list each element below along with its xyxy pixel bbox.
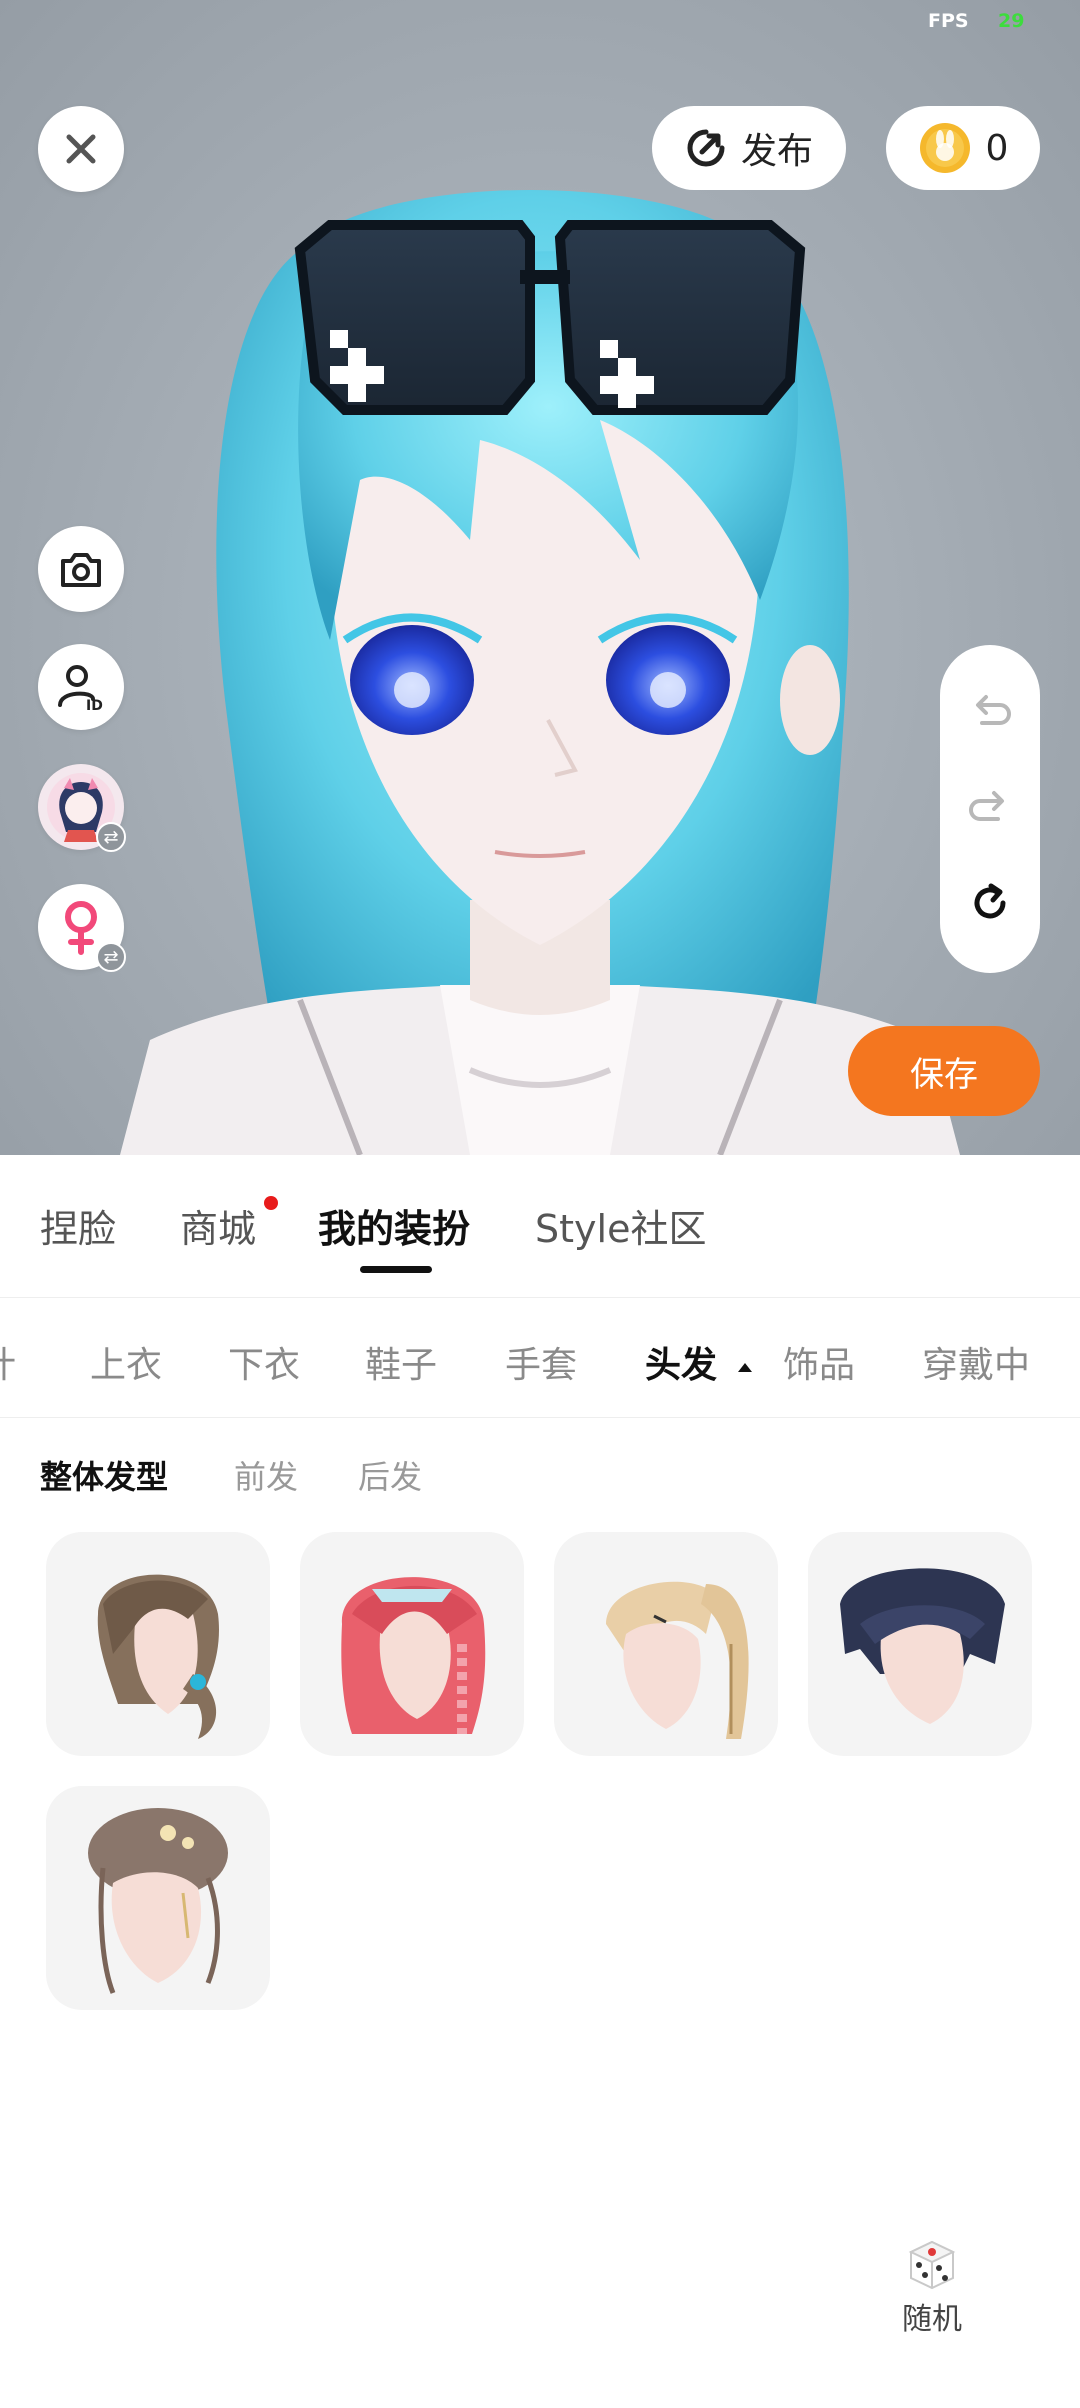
close-icon (66, 134, 96, 164)
camera-icon (61, 553, 101, 587)
category-gloves[interactable]: 手套 (505, 1336, 577, 1388)
category-tops[interactable]: 上衣 (90, 1336, 162, 1388)
publish-label: 发布 (740, 131, 813, 172)
dice-icon (908, 2240, 956, 2290)
hair-item-card[interactable] (300, 1532, 524, 1756)
category-accessories[interactable]: 饰品 (783, 1336, 855, 1388)
category-wearing[interactable]: 穿戴中 (922, 1336, 1030, 1388)
category-hair[interactable]: 头发 (645, 1336, 754, 1388)
reset-button[interactable] (960, 873, 1020, 933)
hair-item-card[interactable] (554, 1532, 778, 1756)
gender-switch-button[interactable]: ⇄ (38, 884, 126, 972)
category-bottoms[interactable]: 下衣 (228, 1336, 300, 1388)
random-label: 随机 (902, 2302, 962, 2337)
undo-button[interactable] (960, 681, 1020, 741)
swap-badge: ⇄ (96, 822, 126, 852)
caret-up-icon (737, 1363, 752, 1372)
save-button[interactable]: 保存 (848, 1026, 1040, 1116)
reset-icon (974, 883, 1006, 919)
category-hair-label: 头发 (645, 1345, 718, 1386)
fps-value: 29 (998, 10, 1025, 32)
hair-item-card[interactable] (808, 1532, 1032, 1756)
subtab-full-hairstyle[interactable]: 整体发型 (40, 1452, 168, 1498)
hair-item-card[interactable] (46, 1786, 270, 2010)
publish-button[interactable]: 发布 (652, 106, 846, 190)
history-panel (940, 645, 1040, 973)
main-tab-bar: 捏脸 商城 我的装扮 Style社区 (0, 1155, 1080, 1298)
shop-notification-dot (264, 1196, 278, 1210)
category-bar: 计 上衣 下衣 鞋子 手套 头发 饰品 穿戴中 (0, 1298, 1080, 1418)
category-shoes[interactable]: 鞋子 (365, 1336, 437, 1388)
navy-short-hair-thumbnail (840, 1568, 1005, 1724)
avatar-preview[interactable]: FPS 29 发布 0 ID ⇄ ⇄ 保存 (0, 0, 1080, 1155)
svg-text:ID: ID (86, 698, 103, 713)
brown-low-ponytail-hair-thumbnail (97, 1574, 219, 1739)
active-tab-indicator (360, 1266, 432, 1273)
avatar-id-button[interactable]: ID (38, 644, 124, 730)
tab-shop[interactable]: 商城 (180, 1198, 256, 1253)
pink-braided-tiara-hair-thumbnail (341, 1577, 486, 1734)
character-switch-button[interactable]: ⇄ (38, 764, 126, 852)
brown-updo-hair-thumbnail (88, 1808, 228, 1994)
coin-count: 0 (985, 127, 1009, 169)
tab-face[interactable]: 捏脸 (40, 1198, 116, 1253)
tab-style-community[interactable]: Style社区 (535, 1198, 706, 1253)
coin-icon (919, 123, 970, 173)
avatar-id-icon: ID (58, 665, 103, 713)
gender-female-icon (65, 901, 97, 955)
redo-icon (969, 791, 1004, 821)
subtab-front-hair[interactable]: 前发 (234, 1452, 298, 1498)
screenshot-button[interactable] (38, 526, 124, 612)
tab-my-outfit[interactable]: 我的装扮 (318, 1198, 470, 1253)
close-button[interactable] (38, 106, 124, 192)
hair-item-card[interactable] (46, 1532, 270, 1756)
category-partial[interactable]: 计 (0, 1336, 16, 1388)
random-button[interactable]: 随机 (892, 2238, 972, 2338)
coin-balance[interactable]: 0 (886, 106, 1040, 190)
undo-icon (976, 695, 1011, 725)
publish-icon (687, 129, 725, 167)
fps-label: FPS (928, 10, 969, 32)
blonde-high-ponytail-hair-thumbnail (606, 1581, 749, 1739)
subtab-back-hair[interactable]: 后发 (358, 1452, 422, 1498)
swap-badge: ⇄ (96, 942, 126, 972)
redo-button[interactable] (960, 777, 1020, 837)
